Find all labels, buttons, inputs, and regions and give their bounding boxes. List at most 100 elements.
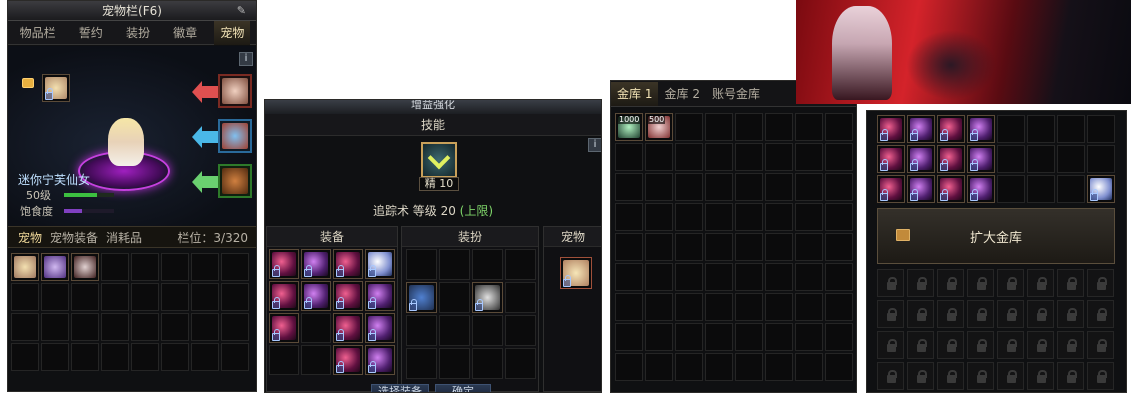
avatar-slot[interactable]: [505, 249, 536, 280]
pet-inventory-slot[interactable]: [131, 283, 159, 311]
bank-slot[interactable]: [615, 323, 643, 351]
equipment-slot[interactable]: [269, 313, 299, 343]
avatar-slot[interactable]: [406, 282, 437, 313]
bank-slot[interactable]: [825, 353, 853, 381]
bank-slot[interactable]: [795, 233, 823, 261]
pet-inventory-slot[interactable]: [101, 283, 129, 311]
info-button-2[interactable]: i: [588, 138, 601, 152]
pet-inventory-slot[interactable]: [221, 313, 249, 341]
bank-slot[interactable]: [795, 143, 823, 171]
pet-inventory-slot[interactable]: [101, 343, 129, 371]
bank-slot[interactable]: [825, 143, 853, 171]
bank-slot[interactable]: [675, 233, 703, 261]
bank-slot[interactable]: [765, 263, 793, 291]
equipment-slot[interactable]: [269, 345, 299, 375]
equipment-slot[interactable]: [365, 313, 395, 343]
account-bank-slot[interactable]: [1087, 175, 1115, 203]
pet-inventory-slot[interactable]: [221, 283, 249, 311]
bank-slot[interactable]: [795, 203, 823, 231]
account-bank-slot[interactable]: [1027, 175, 1055, 203]
account-bank-slot[interactable]: [877, 175, 905, 203]
equipment-slot[interactable]: [333, 345, 363, 375]
avatar-slot[interactable]: [439, 348, 470, 379]
account-bank-slot[interactable]: [997, 175, 1025, 203]
avatar-slot[interactable]: [472, 282, 503, 313]
bank-slot[interactable]: [765, 293, 793, 321]
bank-slot[interactable]: [675, 323, 703, 351]
account-bank-slot[interactable]: [907, 115, 935, 143]
pet-inventory-slot[interactable]: [131, 313, 159, 341]
account-bank-slot[interactable]: [1027, 145, 1055, 173]
bank-slot[interactable]: [765, 113, 793, 141]
equipment-slot[interactable]: [301, 249, 331, 279]
confirm-button[interactable]: 确定: [435, 384, 491, 392]
bank-slot[interactable]: [795, 293, 823, 321]
tab-oath[interactable]: 誓约: [73, 21, 109, 45]
bank-slot[interactable]: [705, 203, 733, 231]
pet-inventory-slot[interactable]: [71, 343, 99, 371]
tab-pet[interactable]: 宠物: [214, 20, 251, 45]
bank-slot[interactable]: [705, 263, 733, 291]
pet-inventory-slot[interactable]: [191, 343, 219, 371]
account-bank-slot[interactable]: [1057, 175, 1085, 203]
bank-slot[interactable]: [675, 143, 703, 171]
pet-inventory-slot[interactable]: [11, 253, 39, 281]
bank-slot[interactable]: [735, 203, 763, 231]
bank-slot[interactable]: [645, 173, 673, 201]
bank-slot[interactable]: 1000: [615, 113, 643, 141]
bank-slot[interactable]: [795, 263, 823, 291]
pet-inventory-slot[interactable]: [101, 313, 129, 341]
pet-inventory-slot[interactable]: [41, 283, 69, 311]
account-bank-slot[interactable]: [877, 115, 905, 143]
bank-slot[interactable]: [765, 353, 793, 381]
tab-account-bank[interactable]: 账号金库: [706, 82, 766, 106]
pet-equip-slot-red[interactable]: [218, 74, 252, 108]
bank-slot[interactable]: [615, 143, 643, 171]
pet-equip-slot-green[interactable]: [218, 164, 252, 198]
avatar-slot[interactable]: [472, 249, 503, 280]
bank-slot[interactable]: [765, 233, 793, 261]
bank-slot[interactable]: [735, 263, 763, 291]
avatar-slot[interactable]: [406, 348, 437, 379]
pin-icon[interactable]: ✎: [237, 4, 246, 17]
pet-inventory-slot[interactable]: [161, 253, 189, 281]
bank-slot[interactable]: [645, 143, 673, 171]
bank-slot[interactable]: [735, 293, 763, 321]
pet-inventory-slot[interactable]: [191, 253, 219, 281]
equipment-slot[interactable]: [365, 345, 395, 375]
bank-slot[interactable]: [645, 353, 673, 381]
bank-slot[interactable]: [765, 173, 793, 201]
bank-slot[interactable]: 500: [645, 113, 673, 141]
bank-slot[interactable]: [735, 323, 763, 351]
tab-items[interactable]: 物品栏: [14, 21, 62, 45]
account-bank-slot[interactable]: [1087, 145, 1115, 173]
subtab-pet[interactable]: 宠物: [18, 229, 42, 246]
bank-slot[interactable]: [645, 293, 673, 321]
bank-slot[interactable]: [675, 353, 703, 381]
bank-slot[interactable]: [825, 293, 853, 321]
pet-inventory-slot[interactable]: [11, 313, 39, 341]
bank-slot[interactable]: [705, 113, 733, 141]
subtab-consumables[interactable]: 消耗品: [106, 229, 142, 246]
tab-emblem[interactable]: 徽章: [167, 21, 203, 45]
account-bank-slot[interactable]: [937, 145, 965, 173]
bank-slot[interactable]: [705, 293, 733, 321]
pet-inventory-slot[interactable]: [131, 343, 159, 371]
tab-bank-2[interactable]: 金库 2: [658, 82, 705, 106]
bank-slot[interactable]: [765, 323, 793, 351]
bank-slot[interactable]: [705, 143, 733, 171]
avatar-slot[interactable]: [505, 348, 536, 379]
bank-slot[interactable]: [735, 143, 763, 171]
bank-slot[interactable]: [705, 323, 733, 351]
account-bank-slot[interactable]: [1057, 145, 1085, 173]
bank-slot[interactable]: [795, 353, 823, 381]
bank-slot[interactable]: [735, 233, 763, 261]
bank-slot[interactable]: [705, 353, 733, 381]
bank-slot[interactable]: [615, 203, 643, 231]
bank-slot[interactable]: [825, 173, 853, 201]
subtab-pet-equip[interactable]: 宠物装备: [50, 229, 98, 246]
pet-inventory-slot[interactable]: [191, 313, 219, 341]
pet-inventory-slot[interactable]: [161, 283, 189, 311]
bank-slot[interactable]: [675, 263, 703, 291]
account-bank-slot[interactable]: [1027, 115, 1055, 143]
